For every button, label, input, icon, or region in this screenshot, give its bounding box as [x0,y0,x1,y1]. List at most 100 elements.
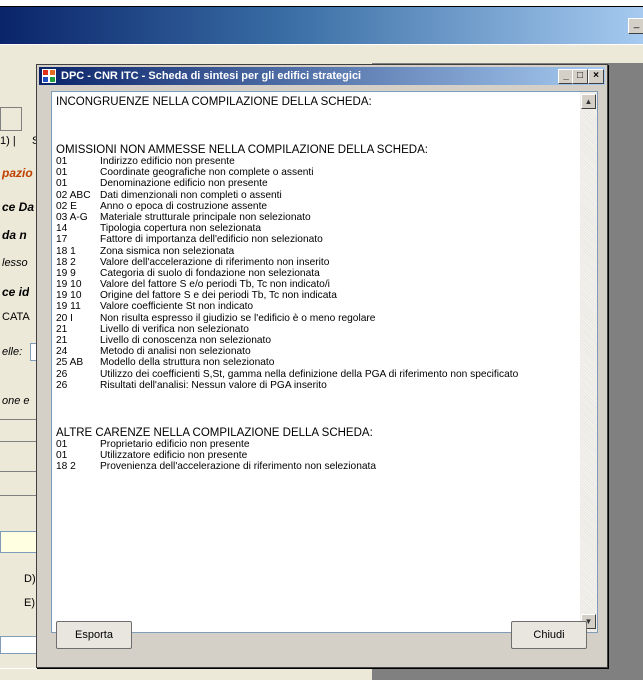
item-code: 19 10 [56,290,82,302]
vertical-scrollbar[interactable]: ▲ ▼ [580,92,597,632]
list-item: 18 2 Provenienza dell'accelerazione di ri… [56,461,571,472]
background-label-codice: ce Da [2,200,35,214]
background-label-catasto: CATA [2,311,30,323]
item-text: Livello di verifica non selezionato [100,323,249,335]
close-button[interactable]: Chiudi [511,621,587,649]
item-code: 02 E [56,200,77,212]
item-text: Valore del fattore S e/o periodi Tb, Tc … [100,279,330,291]
list-item: 26 Utilizzo dei coefficienti S,St, gamma … [56,369,571,380]
section-heading-incongruenze: INCONGRUENZE NELLA COMPILAZIONE DELLA SC… [56,96,372,108]
item-code: 21 [56,323,68,335]
item-code: 18 2 [56,461,76,473]
item-text: Origine del fattore S e dei periodi Tb, … [100,290,337,302]
list-item: 25 AB Modello della struttura non selezio… [56,357,571,368]
item-code: 26 [56,368,68,380]
item-code: 25 AB [56,357,84,369]
dialog-titlebar[interactable]: DPC - CNR ITC - Scheda di sintesi per gl… [39,67,605,85]
item-text: Tipologia copertura non selezionata [100,223,262,235]
list-item: 18 1 Zona sismica non selezionata [56,246,571,257]
item-text: Materiale strutturale principale non sel… [100,211,311,223]
section-heading-altre-carenze: ALTRE CARENZE NELLA COMPILAZIONE DELLA S… [56,426,373,439]
item-code: 01 [56,167,68,179]
item-text: Non risulta espresso il giudizio se l'ed… [100,312,376,324]
background-bottom-line [0,668,372,669]
item-code: 21 [56,335,68,346]
list-item: 02 ABC Dati dimenzionali non completi o a… [56,190,571,201]
item-text: Indirizzo edificio non presente [100,156,235,167]
background-minimize-button[interactable]: _ [628,18,643,34]
item-text: Utilizzatore edificio non presente [100,450,248,462]
item-text: Categoria di suolo di fondazione non sel… [100,267,320,279]
item-code: 01 [56,438,68,450]
item-code: 26 [56,379,68,391]
background-button[interactable] [0,107,22,131]
item-code: 19 10 [56,279,82,291]
background-divider-2 [0,441,36,442]
item-code: 03 A-G [56,211,88,223]
item-code: 14 [56,223,68,235]
background-yellow-field[interactable] [0,531,38,553]
background-label-complesso: lesso [2,257,28,269]
list-item: 17 Fattore di importanza dell'edificio no… [56,234,571,245]
background-label-spazio: pazio [2,166,33,180]
item-text: Risultati dell'analisi: Nessun valore di… [100,379,327,391]
list-item: 01 Coordinate geografiche non complete o … [56,167,571,178]
item-text: Provenienza dell'accelerazione di riferi… [100,461,377,473]
background-label-particelle: elle: [2,346,23,358]
item-code: 18 2 [56,256,76,268]
background-label-e: E) [24,597,35,609]
background-top-strip [0,0,643,7]
list-item: 21 Livello di conoscenza non selezionato [56,335,571,346]
item-code: 19 11 [56,301,81,313]
list-item: 19 11 Valore coefficiente St non indicato [56,301,571,312]
background-label-dati: da n [2,228,27,242]
item-text: Proprietario edificio non presente [100,438,250,450]
item-code: 01 [56,450,68,462]
list-item: 18 2 Valore dell'accelerazione di riferim… [56,257,571,268]
item-text: Livello di conoscenza non selezionato [100,335,272,346]
background-divider [0,419,36,420]
item-text: Denominazione edificio non presente [100,178,268,190]
item-text: Fattore di importanza dell'edificio non … [100,234,323,246]
item-text: Dati dimenzionali non completi o assenti [100,189,282,201]
list-item: 01 Utilizzatore edificio non presente [56,450,571,461]
background-label-d: D) [24,573,36,585]
item-text: Valore coefficiente St non indicato [100,301,254,313]
background-tab-1[interactable]: 1) | [0,135,16,147]
list-item: 02 E Anno o epoca di costruzione assente [56,201,571,212]
list-item: 14 Tipologia copertura non selezionata [56,223,571,234]
item-text: Valore dell'accelerazione di riferimento… [100,256,330,268]
item-code: 18 1 [56,245,76,257]
list-item: 19 10 Origine del fattore S e dei periodi… [56,290,571,301]
report-textarea[interactable]: INCONGRUENZE NELLA COMPILAZIONE DELLA SC… [51,91,598,633]
maximize-button[interactable]: □ [572,69,588,84]
item-text: Modello della struttura non selezionato [100,357,275,369]
list-item: 01 Indirizzo edificio non presente [56,156,571,167]
item-code: 20 I [56,312,73,324]
list-item: 24 Metodo di analisi non selezionato [56,346,571,357]
list-item: 21 Livello di verifica non selezionato [56,324,571,335]
list-item: 03 A-G Materiale strutturale principale n… [56,212,571,223]
summary-dialog: DPC - CNR ITC - Scheda di sintesi per gl… [36,64,608,668]
background-divider-3 [0,471,36,472]
export-button[interactable]: Esporta [56,621,132,649]
item-text: Metodo di analisi non selezionato [100,346,251,358]
section-heading-omissioni: OMISSIONI NON AMMESSE NELLA COMPILAZIONE… [56,144,428,156]
list-item: 19 10 Valore del fattore S e/o periodi Tb… [56,279,571,290]
background-label-codice-id: ce id [2,285,30,299]
item-code: 19 9 [56,267,76,279]
list-item: 01 Denominazione edificio non presente [56,178,571,189]
list-item: 01 Proprietario edificio non presente [56,439,571,450]
item-text: Utilizzo dei coefficienti S,St, gamma ne… [100,368,519,380]
item-text: Coordinate geografiche non complete o as… [100,167,314,179]
background-divider-4 [0,495,36,496]
item-code: 17 [56,234,68,246]
list-item: 19 9 Categoria di suolo di fondazione non… [56,268,571,279]
app-icon [42,69,56,83]
close-window-button[interactable]: × [588,69,604,84]
scroll-up-arrow-icon[interactable]: ▲ [581,94,596,109]
list-item: 26 Risultati dell'analisi: Nessun valore … [56,380,571,391]
item-code: 24 [56,346,68,358]
list-item: 20 I Non risulta espresso il giudizio se … [56,313,571,324]
background-input-2[interactable] [0,636,38,654]
